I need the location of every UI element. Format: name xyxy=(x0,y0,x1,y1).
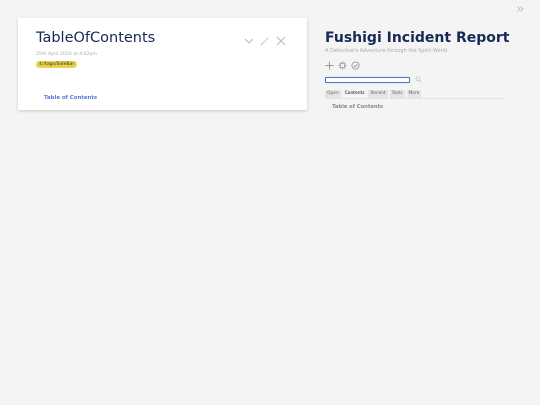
tiddler-title: TableOfContents xyxy=(36,30,156,46)
search-input[interactable] xyxy=(325,76,410,83)
sidebar-toggle-button[interactable] xyxy=(516,5,524,13)
edit-icon xyxy=(260,37,269,46)
tiddler-card: TableOfContents 25th April 2020 at 4:42p… xyxy=(18,18,307,110)
site-subtitle: A Detective's Adventure through the Spir… xyxy=(325,48,448,54)
sidebar: Fushigi Incident Report A Detective's Ad… xyxy=(325,28,525,110)
tab-open[interactable]: Open xyxy=(325,90,341,98)
tiddlywiki-page: TableOfContents 25th April 2020 at 4:42p… xyxy=(0,0,540,405)
tab-recent[interactable]: Recent xyxy=(368,90,388,98)
double-chevron-right-icon xyxy=(517,6,524,12)
save-icon xyxy=(351,60,360,70)
tiddler-date: 25th April 2020 at 4:42pm xyxy=(36,52,97,57)
new-tiddler-icon xyxy=(325,61,334,69)
site-title: Fushigi Incident Report xyxy=(325,30,510,46)
toc-item[interactable]: Table of Contents xyxy=(325,104,525,110)
close-icon xyxy=(276,36,286,46)
search-button[interactable] xyxy=(415,76,422,83)
tag-pill[interactable]: $:/tags/SideBar xyxy=(36,61,78,68)
sidebar-tabs: Open Contents Recent Tools More xyxy=(325,89,505,99)
control-panel-icon xyxy=(338,61,347,69)
chevron-down-icon xyxy=(244,38,254,44)
tab-contents[interactable]: Contents xyxy=(342,90,367,98)
new-tiddler-button[interactable] xyxy=(325,61,334,70)
tiddler-controls xyxy=(243,35,287,47)
page-controls xyxy=(325,60,525,70)
more-button[interactable] xyxy=(243,35,255,47)
tab-more[interactable]: More xyxy=(406,90,422,98)
search-icon xyxy=(415,76,422,83)
control-panel-button[interactable] xyxy=(338,61,347,70)
tab-tools[interactable]: Tools xyxy=(389,90,405,98)
table-of-contents-link[interactable]: Table of Contents xyxy=(44,95,97,101)
edit-button[interactable] xyxy=(259,35,271,47)
search-row xyxy=(325,75,525,84)
close-button[interactable] xyxy=(275,35,287,47)
save-wiki-button[interactable] xyxy=(351,60,360,70)
